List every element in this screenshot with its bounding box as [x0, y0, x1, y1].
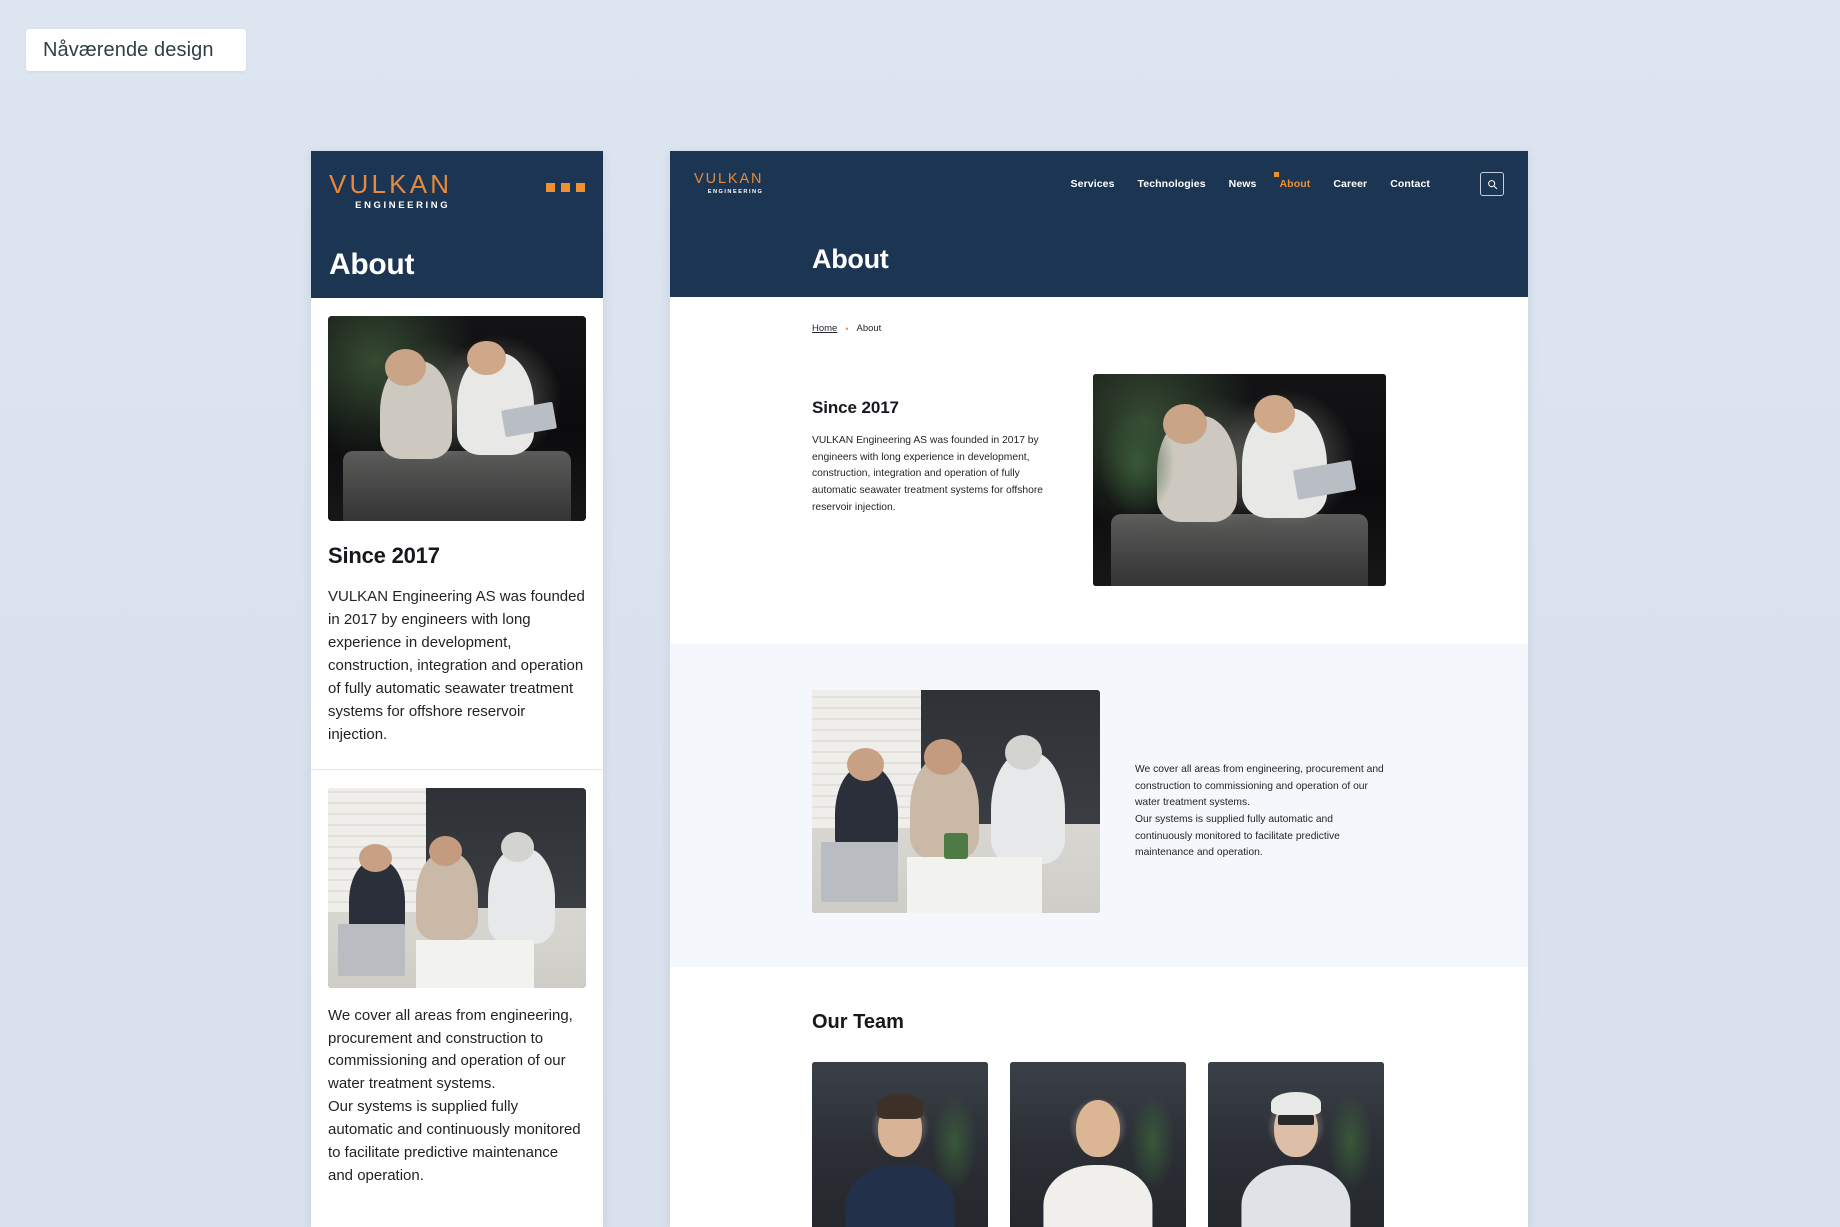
- desktop-photo-office-meeting: [812, 690, 1100, 913]
- desktop-section-team: Our Team: [670, 967, 1528, 1227]
- team-member-card-2[interactable]: [1010, 1062, 1186, 1227]
- mobile-page-title: About: [329, 247, 415, 281]
- desktop-mockup: VULKAN ENGINEERING Services Technologies…: [670, 151, 1528, 1227]
- desktop-paragraph-coverage-1: We cover all areas from engineering, pro…: [1135, 764, 1384, 809]
- breadcrumb-home-link[interactable]: Home: [812, 323, 837, 334]
- breadcrumb: Home • About: [670, 297, 1528, 334]
- search-button[interactable]: [1480, 172, 1504, 196]
- logo-tagline: ENGINEERING: [355, 200, 451, 211]
- menu-dot: [561, 183, 570, 192]
- desktop-paragraph-since: VULKAN Engineering AS was founded in 201…: [812, 435, 1044, 513]
- annotation-chip: Nåværende design: [26, 29, 246, 71]
- annotation-label: Nåværende design: [43, 38, 214, 61]
- nav-item-services[interactable]: Services: [1071, 178, 1115, 190]
- mobile-heading-since: Since 2017: [328, 543, 440, 568]
- desktop-nav-links: Services Technologies News About Career …: [1071, 172, 1504, 196]
- mobile-section-since: Since 2017 VULKAN Engineering AS was fou…: [311, 298, 603, 769]
- desktop-section-coverage: We cover all areas from engineering, pro…: [670, 644, 1528, 967]
- desktop-photo-colleagues: [1093, 374, 1386, 586]
- menu-dot: [576, 183, 585, 192]
- nav-item-contact[interactable]: Contact: [1390, 178, 1430, 190]
- mobile-photo-colleagues: [328, 316, 586, 521]
- breadcrumb-separator-icon: •: [845, 323, 849, 334]
- desktop-paragraph-coverage-2: Our systems is supplied fully automatic …: [1135, 814, 1340, 859]
- team-members-row: [812, 1062, 1386, 1227]
- mobile-photo-office-meeting: [328, 787, 586, 988]
- search-icon: [1487, 179, 1497, 189]
- desktop-heading-team: Our Team: [812, 1011, 904, 1033]
- desktop-hero: VULKAN ENGINEERING Services Technologies…: [670, 151, 1528, 297]
- breadcrumb-current: About: [856, 323, 882, 334]
- mobile-logo[interactable]: VULKAN ENGINEERING: [329, 171, 452, 211]
- team-member-card-1[interactable]: [812, 1062, 988, 1227]
- mobile-hero: VULKAN ENGINEERING About: [311, 151, 603, 298]
- desktop-heading-since: Since 2017: [812, 398, 899, 417]
- mobile-paragraph-coverage-1: We cover all areas from engineering, pro…: [328, 1006, 573, 1093]
- logo-wordmark: VULKAN: [329, 169, 453, 199]
- logo-wordmark: VULKAN: [694, 171, 764, 188]
- nav-item-news[interactable]: News: [1229, 178, 1257, 190]
- desktop-section-since: Since 2017 VULKAN Engineering AS was fou…: [670, 334, 1528, 644]
- mobile-mockup: VULKAN ENGINEERING About Since 2017 VULK…: [311, 151, 603, 1227]
- desktop-logo[interactable]: VULKAN ENGINEERING: [694, 172, 763, 195]
- desktop-navbar: VULKAN ENGINEERING Services Technologies…: [670, 151, 1528, 203]
- nav-item-career[interactable]: Career: [1333, 178, 1367, 190]
- nav-item-technologies[interactable]: Technologies: [1138, 178, 1206, 190]
- mobile-paragraph-coverage-2: Our systems is supplied fully automatic …: [328, 1098, 581, 1185]
- logo-tagline: ENGINEERING: [707, 188, 764, 195]
- mobile-paragraph-since: VULKAN Engineering AS was founded in 201…: [328, 588, 585, 743]
- mobile-body: Since 2017 VULKAN Engineering AS was fou…: [311, 298, 603, 1210]
- menu-dot: [546, 183, 555, 192]
- nav-item-about[interactable]: About: [1273, 172, 1311, 190]
- desktop-page-title: About: [812, 244, 889, 274]
- team-member-card-3[interactable]: [1208, 1062, 1384, 1227]
- mobile-section-coverage: We cover all areas from engineering, pro…: [311, 770, 603, 1211]
- three-dots-menu-icon[interactable]: [546, 171, 585, 192]
